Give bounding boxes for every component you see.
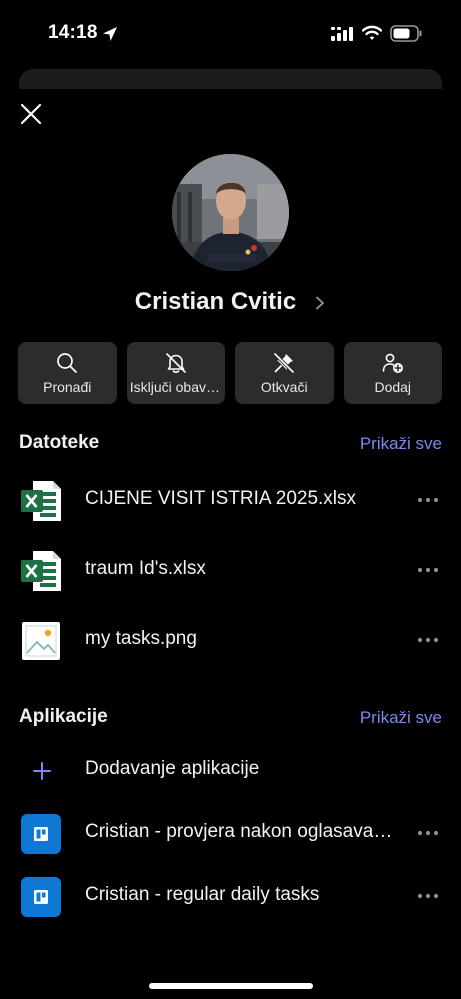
profile-photo bbox=[172, 154, 289, 271]
file-name: my tasks.png bbox=[85, 628, 197, 649]
files-show-all-link[interactable]: Prikaži sve bbox=[360, 434, 442, 454]
add-app-row[interactable]: Dodavanje aplikacije bbox=[0, 742, 461, 798]
add-button-label: Dodaj bbox=[374, 379, 412, 395]
planner-app-icon bbox=[21, 814, 61, 854]
close-button[interactable] bbox=[18, 101, 44, 127]
quick-actions: Pronađi Isključi obavijesti Otkvači Doda… bbox=[18, 342, 442, 404]
wifi-icon bbox=[362, 25, 382, 40]
status-bar: 14:18 bbox=[0, 0, 461, 64]
avatar[interactable] bbox=[172, 154, 289, 271]
more-options-icon[interactable] bbox=[416, 636, 440, 644]
files-section-title: Datoteke bbox=[19, 432, 100, 453]
file-row[interactable]: my tasks.png bbox=[0, 612, 461, 668]
battery-icon bbox=[390, 25, 422, 42]
add-person-icon bbox=[382, 353, 403, 373]
add-button[interactable]: Dodaj bbox=[343, 342, 442, 404]
location-arrow-icon bbox=[103, 27, 117, 41]
app-row[interactable]: Cristian - regular daily tasks bbox=[0, 868, 461, 924]
excel-file-icon bbox=[21, 481, 61, 521]
apps-section-title: Aplikacije bbox=[19, 706, 108, 727]
profile-name: Cristian Cvitic bbox=[134, 288, 297, 315]
unpin-button-label: Otkvači bbox=[260, 379, 308, 395]
plus-icon bbox=[33, 762, 51, 780]
mute-notifications-button[interactable]: Isključi obavijesti bbox=[126, 342, 225, 404]
search-button[interactable]: Pronađi bbox=[18, 342, 117, 404]
unpin-button[interactable]: Otkvači bbox=[235, 342, 334, 404]
excel-file-icon bbox=[21, 551, 61, 591]
planner-app-icon bbox=[21, 877, 61, 917]
bell-off-icon bbox=[165, 353, 186, 373]
profile-name-row[interactable]: Cristian Cvitic bbox=[0, 284, 461, 320]
file-row[interactable]: CIJENE VISIT ISTRIA 2025.xlsx bbox=[0, 472, 461, 528]
file-row[interactable]: traum Id's.xlsx bbox=[0, 542, 461, 598]
search-button-label: Pronađi bbox=[43, 379, 92, 395]
mute-notifications-label: Isključi obavijesti bbox=[129, 379, 222, 395]
image-file-icon bbox=[22, 622, 60, 660]
file-name: CIJENE VISIT ISTRIA 2025.xlsx bbox=[85, 488, 357, 509]
background-sheet bbox=[19, 69, 442, 89]
chevron-right-icon bbox=[316, 296, 325, 310]
app-name: Cristian - regular daily tasks bbox=[85, 884, 320, 905]
apps-show-all-link[interactable]: Prikaži sve bbox=[360, 708, 442, 728]
search-icon bbox=[57, 353, 78, 373]
status-time: 14:18 bbox=[48, 22, 98, 43]
file-name: traum Id's.xlsx bbox=[85, 558, 206, 579]
app-name: Cristian - provjera nakon oglasavanja bbox=[85, 821, 395, 842]
more-options-icon[interactable] bbox=[416, 496, 440, 504]
add-app-label: Dodavanje aplikacije bbox=[85, 758, 260, 779]
more-options-icon[interactable] bbox=[416, 566, 440, 574]
unpin-icon bbox=[273, 352, 295, 374]
home-indicator[interactable] bbox=[149, 983, 313, 989]
app-row[interactable]: Cristian - provjera nakon oglasavanja bbox=[0, 805, 461, 861]
cellular-signal-icon bbox=[331, 27, 353, 41]
more-options-icon[interactable] bbox=[416, 892, 440, 900]
more-options-icon[interactable] bbox=[416, 829, 440, 837]
